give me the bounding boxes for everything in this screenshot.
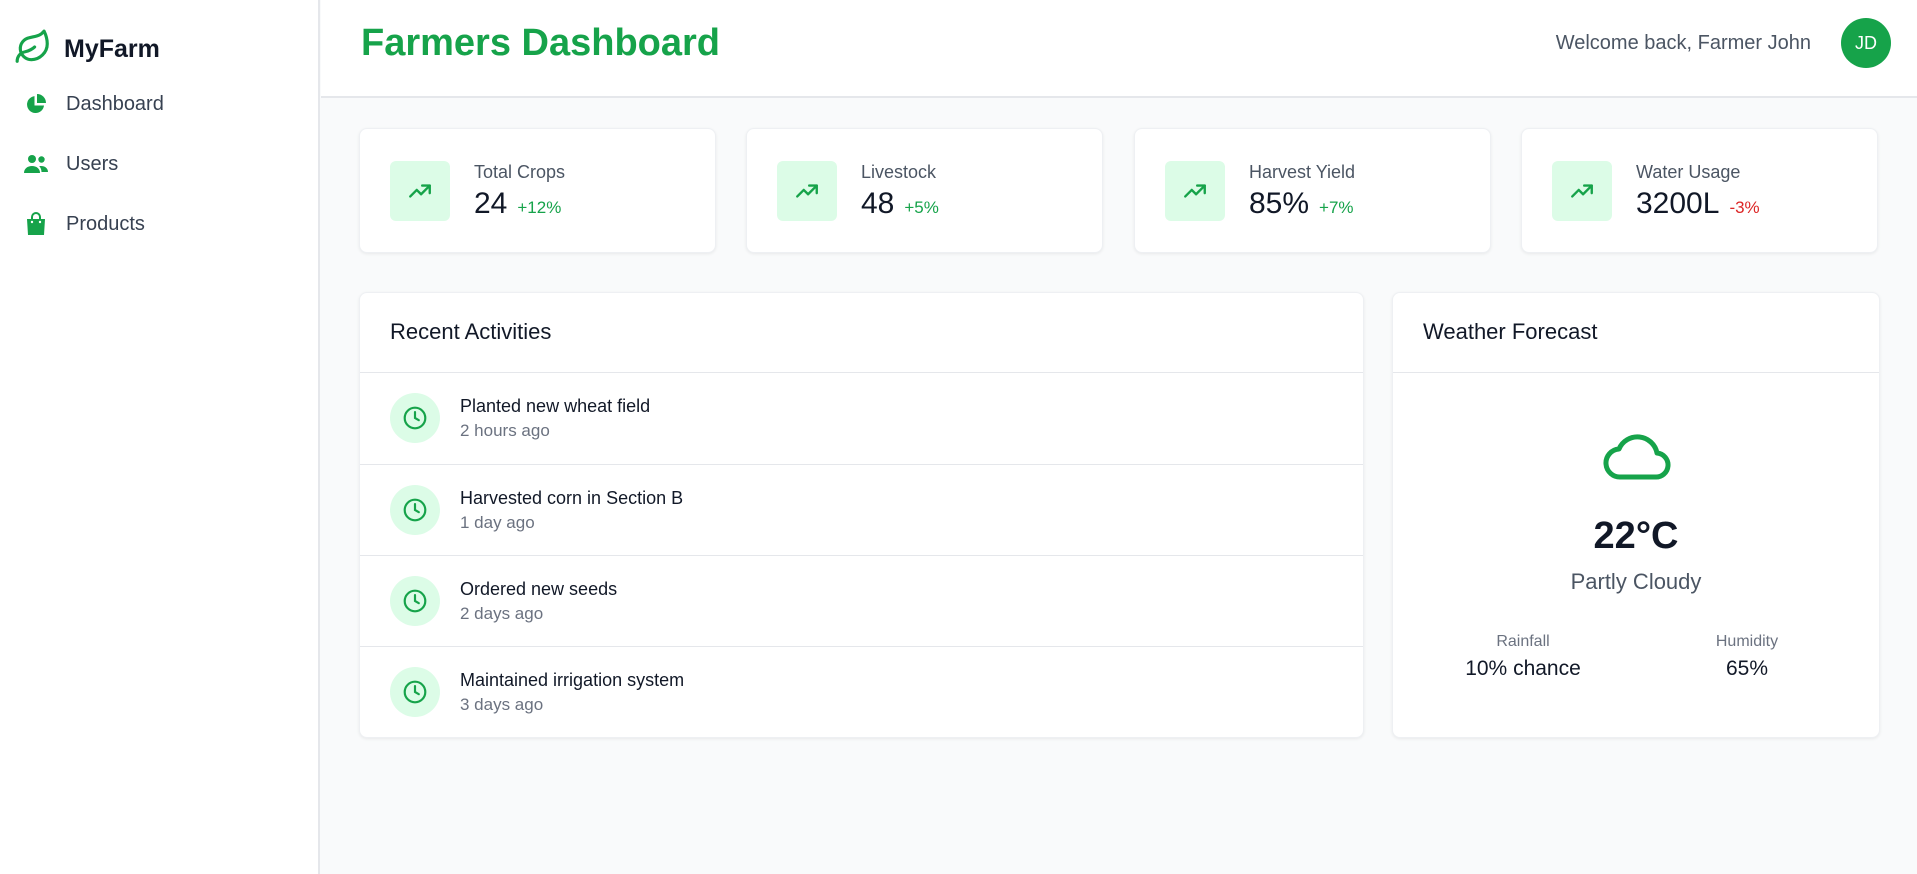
stat-change: +12% bbox=[517, 198, 562, 217]
clock-icon bbox=[390, 667, 440, 717]
divider bbox=[1393, 372, 1879, 373]
rainfall-value: 10% chance bbox=[1465, 657, 1581, 680]
sidebar-item-label: Products bbox=[66, 212, 145, 235]
trending-up-icon bbox=[390, 161, 450, 221]
sidebar: MyFarm Dashboard Users Products bbox=[0, 0, 320, 874]
stat-value: 85% bbox=[1249, 187, 1310, 220]
weather-forecast-panel: Weather Forecast 22°C Partly Cloudy Rain… bbox=[1392, 292, 1880, 738]
stat-label: Total Crops bbox=[474, 162, 566, 182]
users-icon bbox=[22, 150, 50, 178]
cloud-icon bbox=[1603, 425, 1671, 488]
activity-time: 3 days ago bbox=[460, 695, 544, 714]
clock-icon bbox=[390, 393, 440, 443]
rainfall-metric: Rainfall 10% chance bbox=[1423, 633, 1623, 681]
stat-change: +7% bbox=[1319, 198, 1354, 217]
stat-change: -3% bbox=[1729, 198, 1760, 217]
trending-up-icon bbox=[777, 161, 837, 221]
stat-value: 3200L bbox=[1636, 187, 1720, 220]
stat-value: 48 bbox=[861, 187, 895, 220]
activity-item[interactable]: Ordered new seeds 2 days ago bbox=[360, 555, 1363, 646]
humidity-metric: Humidity 65% bbox=[1647, 633, 1847, 681]
trending-up-icon bbox=[1552, 161, 1612, 221]
rainfall-label: Rainfall bbox=[1496, 633, 1550, 650]
activity-time: 1 day ago bbox=[460, 513, 535, 532]
clock-icon bbox=[390, 576, 440, 626]
stat-label: Livestock bbox=[861, 162, 937, 182]
sidebar-item-label: Dashboard bbox=[66, 92, 164, 115]
activity-title: Planted new wheat field bbox=[460, 396, 651, 416]
clock-icon bbox=[390, 485, 440, 535]
stat-card-water-usage: Water Usage 3200L -3% bbox=[1521, 128, 1878, 253]
activity-item[interactable]: Harvested corn in Section B 1 day ago bbox=[360, 464, 1363, 555]
brand-name: MyFarm bbox=[64, 35, 160, 63]
activity-item[interactable]: Maintained irrigation system 3 days ago bbox=[360, 646, 1363, 737]
temperature: 22°C bbox=[1593, 515, 1679, 557]
activity-time: 2 days ago bbox=[460, 604, 544, 623]
top-header: Farmers Dashboard Welcome back, Farmer J… bbox=[321, 0, 1917, 98]
activity-item[interactable]: Planted new wheat field 2 hours ago bbox=[360, 373, 1363, 464]
sidebar-item-label: Users bbox=[66, 152, 119, 175]
humidity-label: Humidity bbox=[1715, 633, 1779, 650]
stat-label: Harvest Yield bbox=[1249, 162, 1356, 182]
leaf-icon bbox=[14, 28, 52, 71]
trending-up-icon bbox=[1165, 161, 1225, 221]
stat-card-livestock: Livestock 48 +5% bbox=[746, 128, 1103, 253]
stat-label: Water Usage bbox=[1636, 162, 1741, 182]
activity-time: 2 hours ago bbox=[460, 421, 550, 440]
brand[interactable]: MyFarm bbox=[14, 28, 160, 71]
stat-card-total-crops: Total Crops 24 +12% bbox=[359, 128, 716, 253]
activity-title: Ordered new seeds bbox=[460, 579, 618, 599]
weather-condition: Partly Cloudy bbox=[1570, 569, 1702, 594]
sidebar-item-users[interactable]: Users bbox=[22, 150, 118, 178]
humidity-value: 65% bbox=[1725, 657, 1769, 680]
welcome-message: Welcome back, Farmer John bbox=[1555, 32, 1811, 54]
sidebar-item-dashboard[interactable]: Dashboard bbox=[22, 90, 164, 118]
panel-title: Weather Forecast bbox=[1423, 319, 1598, 344]
shopping-bag-icon bbox=[22, 210, 50, 238]
sidebar-item-products[interactable]: Products bbox=[22, 210, 145, 238]
activity-title: Maintained irrigation system bbox=[460, 670, 685, 690]
stat-change: +5% bbox=[904, 198, 939, 217]
activity-title: Harvested corn in Section B bbox=[460, 488, 684, 508]
pie-chart-icon bbox=[22, 90, 50, 118]
panel-title: Recent Activities bbox=[390, 319, 552, 344]
avatar[interactable]: JD bbox=[1841, 18, 1891, 68]
stat-card-harvest-yield: Harvest Yield 85% +7% bbox=[1134, 128, 1491, 253]
page-title: Farmers Dashboard bbox=[361, 22, 721, 64]
stat-value: 24 bbox=[474, 187, 508, 220]
recent-activities-panel: Recent Activities Planted new wheat fiel… bbox=[359, 292, 1364, 738]
